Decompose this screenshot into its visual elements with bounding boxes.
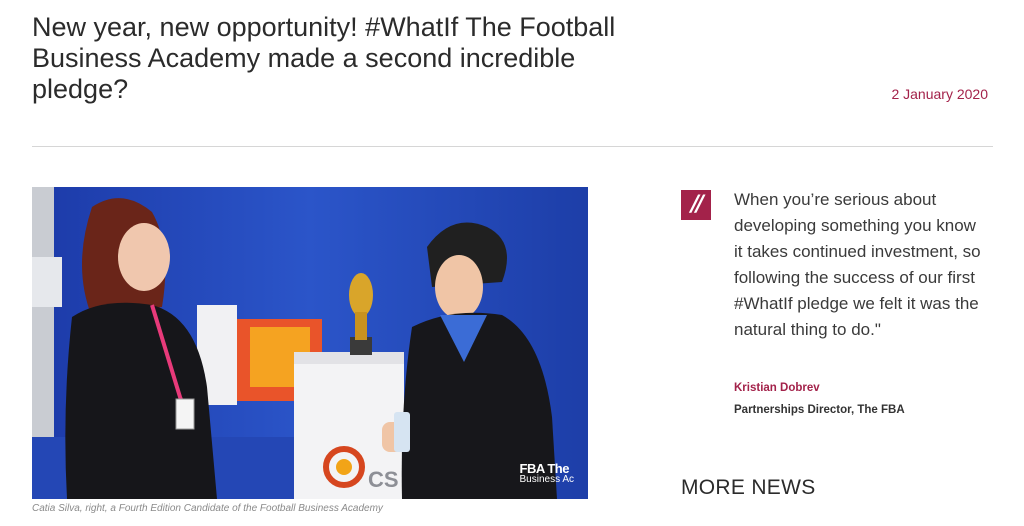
watermark-line-1: FBA The	[519, 461, 570, 476]
pull-quote-text: When you’re serious about developing som…	[734, 190, 981, 339]
photo-illustration: CS	[32, 187, 588, 499]
photo-watermark: FBA The Business Ac	[519, 461, 574, 485]
article-title: New year, new opportunity! #WhatIf The F…	[32, 12, 616, 104]
article-date: 2 January 2020	[891, 86, 988, 102]
header-divider	[32, 146, 993, 147]
quote-author: Kristian Dobrev	[734, 382, 820, 394]
quote-icon: //	[681, 190, 711, 220]
photo-caption: Catia Silva, right, a Fourth Edition Can…	[32, 503, 383, 514]
article-photo: CS FBA The Business Ac	[32, 187, 588, 499]
pedestal-banner-text: CS	[368, 467, 399, 492]
quote-author-role: Partnerships Director, The FBA	[734, 404, 905, 416]
watermark-line-2: Business Ac	[519, 474, 574, 485]
more-news-heading[interactable]: MORE NEWS	[681, 476, 816, 500]
